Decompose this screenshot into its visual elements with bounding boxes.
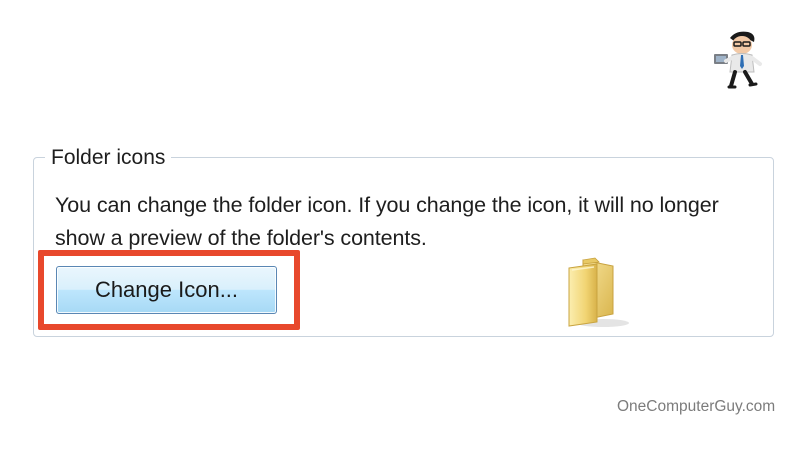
folder-icon xyxy=(568,257,629,327)
watermark-text: OneComputerGuy.com xyxy=(617,398,776,415)
groupbox-title: Folder icons xyxy=(45,145,172,171)
logo-mascot-icon xyxy=(714,31,762,89)
groupbox-description: You can change the folder icon. If you c… xyxy=(55,193,719,250)
screenshot-stage: Folder icons You can change the folder i… xyxy=(0,0,800,450)
change-icon-button[interactable]: Change Icon... xyxy=(56,266,277,314)
